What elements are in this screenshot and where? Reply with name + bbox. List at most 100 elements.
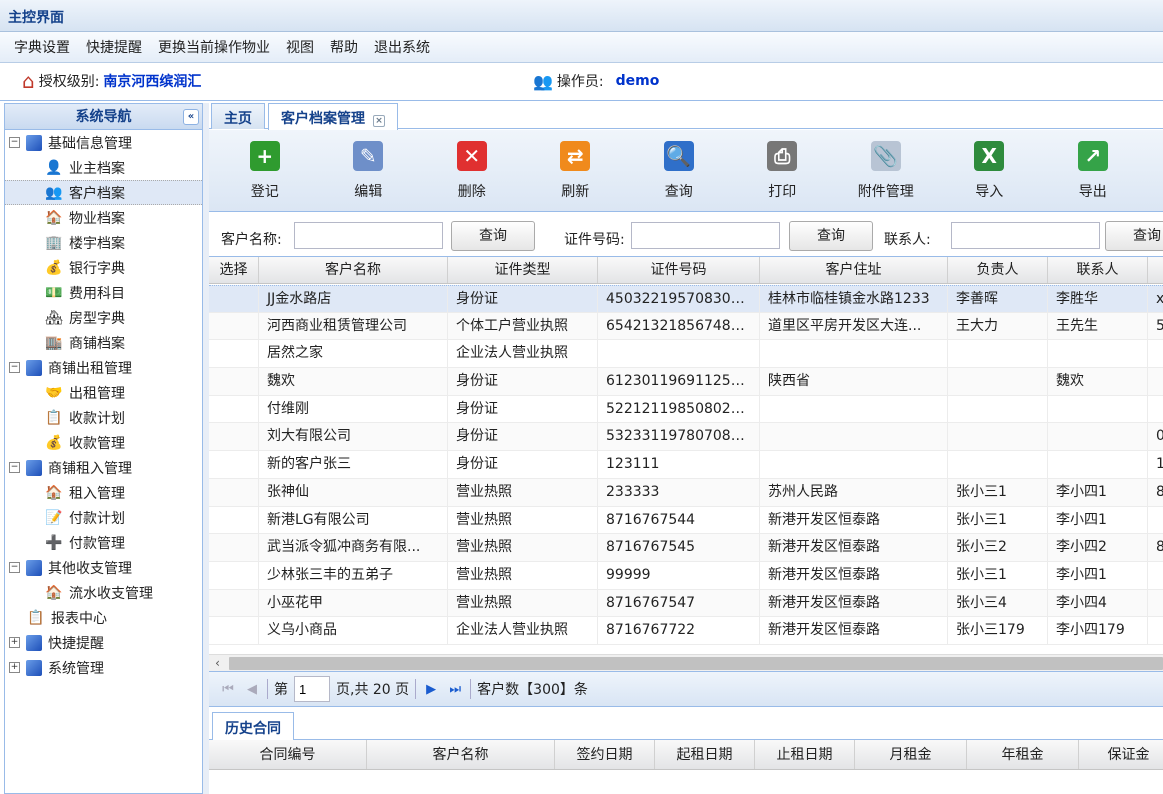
close-icon[interactable]: × — [373, 115, 385, 127]
menu-item-3[interactable]: 视图 — [278, 37, 322, 57]
expand-icon[interactable]: + — [9, 662, 20, 673]
tree-item[interactable]: 👤 业主档案 — [5, 155, 202, 180]
tree-item[interactable]: 🏠 租入管理 — [5, 480, 202, 505]
table-row[interactable]: 新的客户张三身份证123111 1 — [209, 451, 1163, 479]
tree-item[interactable]: 💵 费用科目 — [5, 280, 202, 305]
menu-item-4[interactable]: 帮助 — [322, 37, 366, 57]
history-column-header[interactable]: 合同编号 — [209, 740, 367, 769]
table-row[interactable]: 小巫花甲 营业热照 8716767547 新港开发区恒泰路 张小三4 李小四4 — [209, 589, 1163, 618]
tree-item[interactable]: 💰 收款管理 — [5, 430, 202, 455]
menu-item-0[interactable]: 字典设置 — [6, 37, 78, 57]
tab-customer-archive[interactable]: 客户档案管理 × — [268, 103, 398, 130]
collapse-icon[interactable]: − — [9, 362, 20, 373]
table-cell: 6542132185674896... — [598, 312, 760, 340]
toolbar-button-5[interactable]: ⎙ 打印 — [731, 130, 835, 211]
history-column-header[interactable]: 月租金 — [855, 740, 967, 769]
tree-item[interactable]: 🤝 出租管理 — [5, 380, 202, 405]
customer-name-input[interactable] — [294, 222, 443, 249]
history-column-header[interactable]: 止租日期 — [755, 740, 855, 769]
tree-item[interactable]: 📋 报表中心 — [5, 605, 202, 630]
tree-item[interactable]: ➕ 付款管理 — [5, 530, 202, 555]
info-bar: ⌂ 授权级别: 南京河西缤润汇 👥 操作员: demo — [0, 63, 1163, 101]
tree-item[interactable]: 💰 银行字典 — [5, 255, 202, 280]
horizontal-scrollbar[interactable]: ‹ — [209, 654, 1163, 671]
tree-item[interactable]: 🏠 流水收支管理 — [5, 580, 202, 605]
column-header[interactable] — [1148, 257, 1163, 283]
table-row[interactable]: 居然之家 企业法人营业执照 — [209, 340, 1163, 369]
tree-item[interactable]: 🏘 房型字典 — [5, 305, 202, 330]
tab-history-contracts[interactable]: 历史合同 — [212, 712, 294, 740]
sidebar: 系统导航 « − 基础信息管理 👤 业主档案 👥 客户档案 🏠 物业档案 🏢 楼宇档案 💰 银行字典 💵… — [4, 103, 203, 794]
toolbar-button-6[interactable]: 📎 附件管理 — [834, 130, 938, 211]
table-row[interactable]: 刘大有限公司身份证532331197807080553 0 — [209, 423, 1163, 452]
table-cell: 新港LG有限公司 — [259, 506, 448, 534]
tree-group[interactable]: − 商铺租入管理 — [5, 455, 202, 480]
menu-item-2[interactable]: 更换当前操作物业 — [150, 37, 278, 57]
column-header[interactable]: 选择 — [209, 257, 259, 283]
toolbar-button-3[interactable]: ⇄ 刷新 — [524, 130, 628, 211]
history-column-header[interactable]: 签约日期 — [555, 740, 655, 769]
prev-page-icon[interactable]: ◀ — [243, 680, 261, 698]
tree-group[interactable]: + 系统管理 — [5, 655, 202, 680]
table-row[interactable]: 武当派令狐冲商务有限... 营业热照 8716767545 新港开发区恒泰路 张小三2 李… — [209, 534, 1163, 562]
tree-group[interactable]: + 快捷提醒 — [5, 630, 202, 655]
toolbar-label: 查询 — [664, 183, 693, 200]
history-column-header[interactable]: 保证金 — [1079, 740, 1163, 769]
table-row[interactable]: 张神仙营业热照233333苏州人民路张小三1李小四18 — [209, 478, 1163, 507]
column-header[interactable]: 客户名称 — [259, 257, 448, 283]
table-row[interactable]: JJ金水路店 身份证 450322195708306517 桂林市临桂镇金水路1233… — [209, 285, 1163, 313]
toolbar-button-8[interactable]: ↗ 导出 — [1041, 130, 1145, 211]
column-header[interactable]: 证件号码 — [598, 257, 760, 283]
history-column-header[interactable]: 年租金 — [967, 740, 1079, 769]
next-page-icon[interactable]: ▶ — [422, 680, 440, 698]
last-page-icon[interactable]: ⏭ — [446, 680, 464, 698]
column-header[interactable]: 联系人 — [1048, 257, 1148, 283]
scroll-thumb[interactable] — [229, 657, 1163, 670]
id-number-input[interactable] — [631, 222, 780, 249]
tree-item[interactable]: 📝 付款计划 — [5, 505, 202, 530]
menu-item-5[interactable]: 退出系统 — [366, 37, 438, 57]
search-name-button[interactable]: 查询 — [451, 221, 535, 251]
toolbar-button-0[interactable]: + 登记 — [213, 130, 317, 211]
first-page-icon[interactable]: ⏮ — [219, 680, 237, 698]
collapse-icon[interactable]: − — [9, 462, 20, 473]
column-header[interactable]: 负责人 — [948, 257, 1048, 283]
search-contact-button[interactable]: 查询 — [1105, 221, 1163, 251]
collapse-icon[interactable]: « — [183, 109, 199, 125]
expand-icon[interactable]: + — [9, 637, 20, 648]
table-row[interactable]: 付维刚 身份证 522121198508024597 — [209, 395, 1163, 424]
tree-item[interactable]: 📋 收款计划 — [5, 405, 202, 430]
toolbar-button-7[interactable]: X 导入 — [938, 130, 1042, 211]
table-row[interactable]: 新港LG有限公司 营业热照 8716767544 新港开发区恒泰路 张小三1 李小四1 — [209, 506, 1163, 535]
toolbar-button-4[interactable]: 🔍 查询 — [627, 130, 731, 211]
history-column-header[interactable]: 客户名称 — [367, 740, 555, 769]
table-cell: 企业法人营业执照 — [448, 617, 598, 644]
column-header[interactable]: 客户住址 — [760, 257, 948, 283]
folder-icon — [26, 659, 42, 676]
page-input[interactable] — [294, 676, 330, 702]
table-row[interactable]: 河西商业租赁管理公司 个体工户营业执照 6542132185674896... 道里区… — [209, 312, 1163, 341]
collapse-icon[interactable]: − — [9, 562, 20, 573]
history-column-header[interactable]: 起租日期 — [655, 740, 755, 769]
tab-home[interactable]: 主页 — [211, 103, 265, 129]
tree-group[interactable]: − 其他收支管理 — [5, 555, 202, 580]
toolbar-button-2[interactable]: ✕ 删除 — [420, 130, 524, 211]
menu-item-1[interactable]: 快捷提醒 — [78, 37, 150, 57]
tree-item[interactable]: 🏬 商铺档案 — [5, 330, 202, 355]
collapse-icon[interactable]: − — [9, 137, 20, 148]
contact-input[interactable] — [951, 222, 1100, 249]
tree-item[interactable]: 👥 客户档案 — [5, 180, 202, 205]
column-header[interactable]: 证件类型 — [448, 257, 598, 283]
tree-group[interactable]: − 商铺出租管理 — [5, 355, 202, 380]
tree-group[interactable]: − 基础信息管理 — [5, 130, 202, 155]
table-cell — [209, 478, 259, 506]
search-id-button[interactable]: 查询 — [789, 221, 873, 251]
table-row[interactable]: 少林张三丰的五弟子 营业热照 99999 新港开发区恒泰路 张小三1 李小四1 — [209, 561, 1163, 590]
tree-item[interactable]: 🏠 物业档案 — [5, 205, 202, 230]
toolbar-button-1[interactable]: ✎ 编辑 — [317, 130, 421, 211]
table-cell: 刘大有限公司 — [259, 423, 448, 451]
scroll-left-icon[interactable]: ‹ — [209, 655, 226, 672]
tree-item[interactable]: 🏢 楼宇档案 — [5, 230, 202, 255]
table-row[interactable]: 魏欢 身份证 612301196911250417 陕西省 魏欢 — [209, 368, 1163, 396]
table-row[interactable]: 义乌小商品 企业法人营业执照 8716767722 新港开发区恒泰路 张小三179 李小四… — [209, 617, 1163, 645]
